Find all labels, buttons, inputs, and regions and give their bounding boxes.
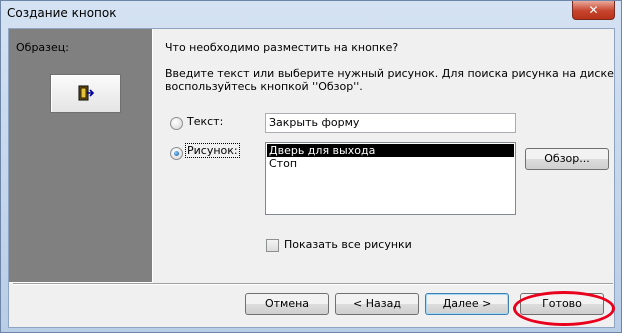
finish-button[interactable]: Готово — [520, 293, 604, 315]
picture-option-radio[interactable] — [170, 147, 183, 160]
sample-panel: Образец: — [9, 29, 153, 283]
next-button[interactable]: Далее > — [425, 293, 509, 315]
sample-label: Образец: — [16, 41, 69, 54]
footer-separator — [13, 283, 613, 285]
close-button[interactable]: ✕ — [572, 1, 615, 20]
close-icon: ✕ — [588, 3, 599, 17]
title-bar[interactable]: Создание кнопок ✕ — [1, 1, 621, 27]
exit-door-icon — [78, 85, 94, 101]
list-item[interactable]: Дверь для выхода — [267, 144, 514, 157]
picture-option-label[interactable]: Рисунок: — [185, 143, 240, 158]
picture-list[interactable]: Дверь для выхода Стоп — [265, 142, 516, 215]
sample-button-preview — [50, 74, 121, 113]
show-all-label[interactable]: Показать все рисунки — [284, 238, 412, 251]
button-text-field[interactable]: Закрыть форму — [265, 113, 516, 133]
window-title: Создание кнопок — [7, 6, 117, 20]
list-item[interactable]: Стоп — [267, 157, 514, 170]
cancel-button[interactable]: Отмена — [245, 293, 329, 315]
text-option-label[interactable]: Текст: — [187, 115, 223, 128]
radio-selected-dot — [174, 151, 179, 156]
show-all-checkbox[interactable] — [266, 239, 279, 252]
prompt-hint-line1: Введите текст или выберите нужный рисуно… — [165, 67, 614, 80]
create-button-dialog: Создание кнопок ✕ Образец: Что необходим… — [0, 0, 622, 333]
prompt-question: Что необходимо разместить на кнопке? — [165, 41, 399, 54]
prompt-hint-line2: воспользуйтесь кнопкой ''Обзор''. — [165, 80, 363, 93]
dialog-client-area: Образец: Что необходимо разместить на кн… — [8, 28, 615, 328]
text-option-radio[interactable] — [170, 117, 183, 130]
back-button[interactable]: < Назад — [335, 293, 419, 315]
browse-button[interactable]: Обзор... — [525, 148, 609, 170]
